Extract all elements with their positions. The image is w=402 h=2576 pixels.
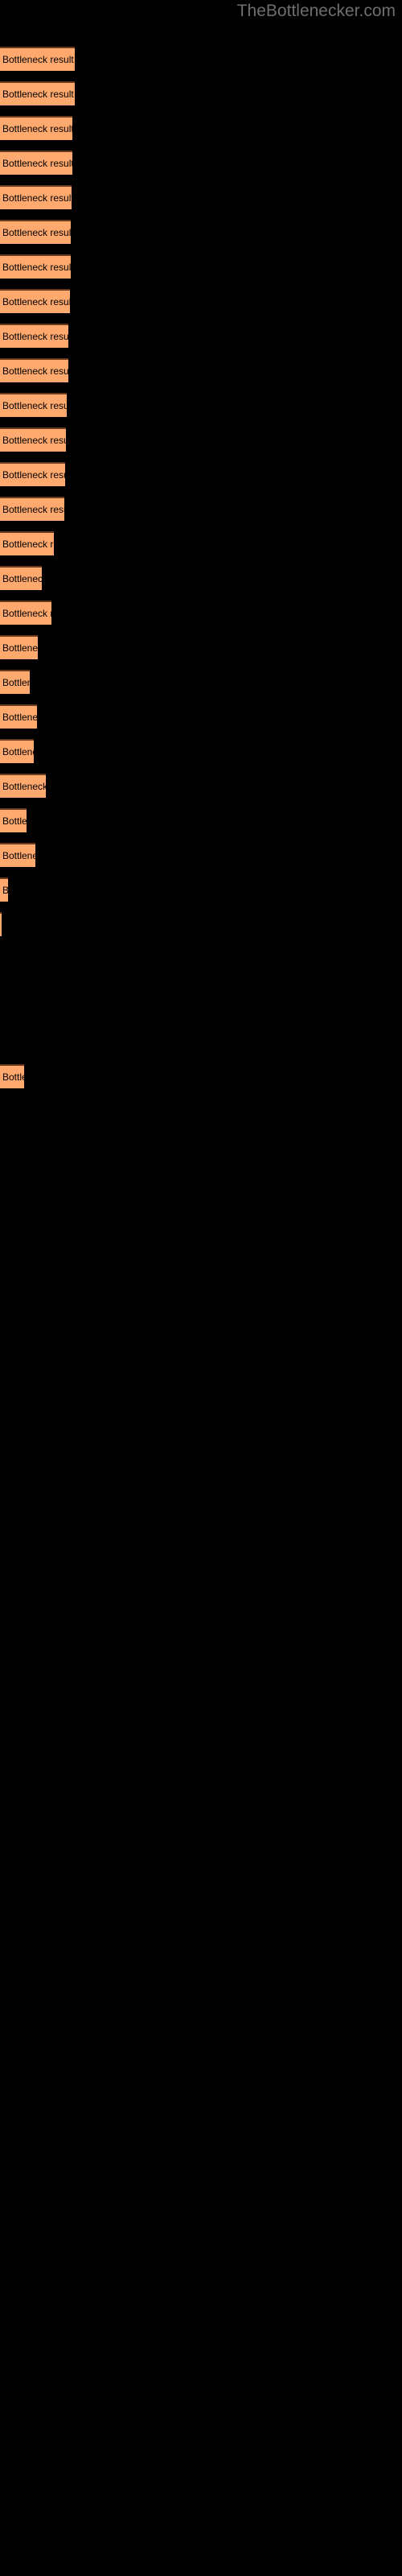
bottleneck-bar-chart: Bottleneck result Bottleneck result Bottle… (0, 0, 402, 2576)
bar-label: Bottleneck result (2, 504, 64, 515)
bar[interactable]: Bottleneck result (0, 220, 71, 244)
bar-label: Bottleneck result (2, 469, 65, 481)
bar[interactable]: Bottleneck result (0, 254, 71, 279)
bar[interactable]: Bottleneck result (0, 151, 72, 175)
bar[interactable]: Bottleneck result (0, 47, 75, 71)
bar-label: Bottleneck result (2, 365, 68, 377)
bar-label: Bottleneck result (2, 296, 70, 308)
bar-label: Bottleneck result (2, 712, 37, 723)
bar-label: Bottleneck result (2, 1071, 24, 1083)
bar[interactable]: Bottleneck result (0, 704, 37, 729)
bar-label: Bottleneck result (2, 54, 74, 65)
bar-label: Bottleneck result (2, 781, 46, 792)
bar[interactable]: Bottleneck result (0, 531, 54, 555)
bar[interactable]: Bottleneck result (0, 877, 8, 902)
bar-label: Bottleneck result (2, 192, 72, 204)
bar-label: Bottleneck result (2, 89, 74, 100)
bar[interactable]: Bottleneck result (0, 427, 66, 452)
bar[interactable]: Bottleneck result (0, 324, 68, 348)
bar[interactable]: Bottleneck result (0, 774, 46, 798)
bar[interactable]: Bottleneck result (0, 601, 51, 625)
bar-label: Bottleneck result (2, 885, 8, 896)
bar[interactable]: Bottleneck result (0, 358, 68, 382)
bar[interactable]: Bottleneck result (0, 566, 42, 590)
bar[interactable]: Bottleneck result (0, 635, 38, 659)
bar-label: Bottleneck result (2, 815, 27, 827)
bar-label: Bottleneck result (2, 677, 30, 688)
bar-label: Bottleneck result (2, 262, 71, 273)
bar-label: Bottleneck result (2, 331, 68, 342)
bar[interactable]: Bottleneck result (0, 808, 27, 832)
bar[interactable]: Bottleneck result (0, 912, 2, 936)
bar[interactable]: Bottleneck result (0, 670, 30, 694)
bar-label: Bottleneck result (2, 850, 35, 861)
bar-label: Bottleneck result (2, 642, 38, 654)
bar-label: Bottleneck result (2, 400, 67, 411)
bar[interactable]: Bottleneck result (0, 81, 75, 105)
bar[interactable]: Bottleneck result (0, 843, 35, 867)
bar[interactable]: Bottleneck result (0, 289, 70, 313)
bar[interactable]: Bottleneck result (0, 739, 34, 763)
bar[interactable]: Bottleneck result (0, 116, 72, 140)
bar-label: Bottleneck result (2, 158, 72, 169)
bar[interactable]: Bottleneck result (0, 393, 67, 417)
bar[interactable]: Bottleneck result (0, 497, 64, 521)
bar-label: Bottleneck result (2, 608, 51, 619)
bar-label: Bottleneck result (2, 746, 34, 758)
bar[interactable]: Bottleneck result (0, 462, 65, 486)
bar-label: Bottleneck result (2, 123, 72, 134)
bar-label: Bottleneck result (2, 573, 42, 584)
bar-label: Bottleneck result (2, 435, 66, 446)
bar-label: Bottleneck result (2, 539, 54, 550)
bar-label: Bottleneck result (2, 227, 71, 238)
bar[interactable]: Bottleneck result (0, 185, 72, 209)
bar[interactable]: Bottleneck result (0, 1064, 24, 1088)
